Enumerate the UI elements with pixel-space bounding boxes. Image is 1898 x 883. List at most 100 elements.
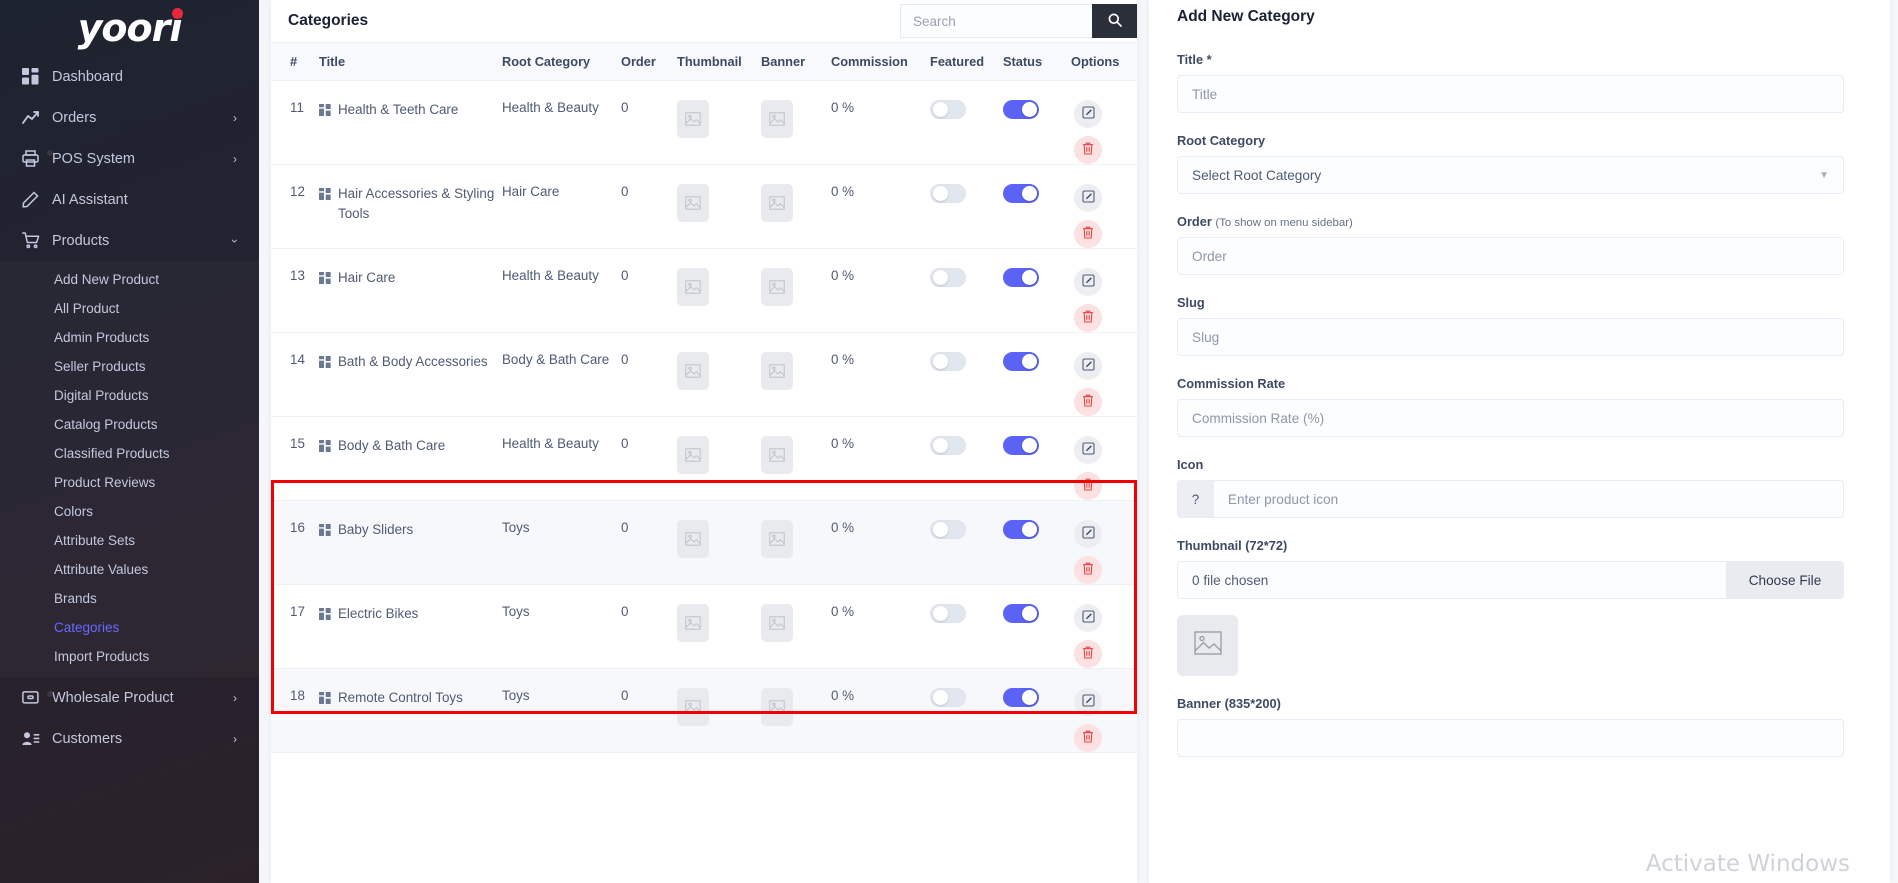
sidebar-subitem-brands[interactable]: Brands — [0, 584, 259, 613]
cell-commission: 0 % — [831, 332, 930, 417]
sidebar-subitem-add-new-product[interactable]: Add New Product — [0, 265, 259, 294]
cell-thumbnail — [677, 80, 761, 165]
edit-button[interactable] — [1074, 100, 1102, 128]
table-row[interactable]: 13 Hair Care Health & Beauty 0 0 % — [271, 248, 1137, 333]
sidebar-item-products[interactable]: Products › — [0, 220, 259, 261]
table-row[interactable]: 11 Health & Teeth Care Health & Beauty 0 0 % — [271, 80, 1137, 165]
sidebar-item-ai-assistant[interactable]: AI Assistant — [0, 179, 259, 220]
edit-button[interactable] — [1074, 352, 1102, 380]
featured-toggle[interactable] — [930, 100, 966, 119]
edit-button[interactable] — [1074, 688, 1102, 716]
cell-options — [1071, 248, 1137, 333]
cell-featured — [930, 416, 1003, 501]
add-category-panel: Add New Category Title * Root Category S… — [1149, 0, 1890, 883]
featured-toggle[interactable] — [930, 352, 966, 371]
sidebar-item-customers[interactable]: Customers › — [0, 718, 259, 759]
delete-button[interactable] — [1074, 640, 1102, 668]
col-header-options[interactable]: Options — [1071, 42, 1137, 81]
col-header-featured[interactable]: Featured — [930, 42, 1003, 81]
cell-thumbnail — [677, 416, 761, 501]
delete-button[interactable] — [1074, 220, 1102, 248]
title-input[interactable] — [1177, 75, 1844, 113]
table-row[interactable]: 17 Electric Bikes Toys 0 0 % — [271, 584, 1137, 669]
status-toggle[interactable] — [1003, 100, 1039, 119]
sidebar-subitem-seller-products[interactable]: Seller Products — [0, 352, 259, 381]
banner-file-input[interactable] — [1177, 719, 1844, 757]
trash-icon — [1082, 730, 1094, 746]
featured-toggle[interactable] — [930, 604, 966, 623]
commission-rate-input[interactable] — [1177, 399, 1844, 437]
sidebar-item-dashboard[interactable]: Dashboard — [0, 56, 259, 97]
cell-thumbnail — [677, 584, 761, 669]
thumbnail-choose-file-button[interactable]: Choose File — [1726, 561, 1844, 599]
table-row[interactable]: 12 Hair Accessories & Styling Tools Hair C… — [271, 164, 1137, 249]
cell-order: 0 — [621, 164, 677, 249]
featured-toggle[interactable] — [930, 520, 966, 539]
sidebar-subitem-categories[interactable]: Categories — [0, 613, 259, 642]
sidebar-subitem-attribute-values[interactable]: Attribute Values — [0, 555, 259, 584]
sidebar-subitem-digital-products[interactable]: Digital Products — [0, 381, 259, 410]
col-header-root[interactable]: Root Category — [502, 42, 621, 81]
icon-input[interactable] — [1212, 480, 1844, 518]
table-row[interactable]: 16 Baby Sliders Toys 0 0 % — [271, 500, 1137, 585]
cell-root-category: Toys — [502, 500, 621, 585]
brand-name: yoori — [77, 6, 183, 50]
brand-logo[interactable]: yoori — [0, 0, 259, 56]
table-row[interactable]: 14 Bath & Body Accessories Body & Bath Car… — [271, 332, 1137, 417]
featured-toggle[interactable] — [930, 688, 966, 707]
edit-button[interactable] — [1074, 268, 1102, 296]
sidebar-item-wholesale-product[interactable]: Wholesale Product › — [0, 677, 259, 718]
col-header-status[interactable]: Status — [1003, 42, 1071, 81]
sidebar-subitem-classified-products[interactable]: Classified Products — [0, 439, 259, 468]
delete-button[interactable] — [1074, 388, 1102, 416]
status-toggle[interactable] — [1003, 268, 1039, 287]
image-placeholder-icon — [761, 436, 793, 474]
sidebar-subitem-colors[interactable]: Colors — [0, 497, 259, 526]
sidebar-item-orders[interactable]: Orders › — [0, 97, 259, 138]
col-header-thumbnail[interactable]: Thumbnail — [677, 42, 761, 81]
sidebar-subitem-import-products[interactable]: Import Products — [0, 642, 259, 671]
status-toggle[interactable] — [1003, 688, 1039, 707]
featured-toggle[interactable] — [930, 268, 966, 287]
table-body: 11 Health & Teeth Care Health & Beauty 0 0 %… — [271, 80, 1137, 753]
status-toggle[interactable] — [1003, 436, 1039, 455]
slug-input[interactable] — [1177, 318, 1844, 356]
delete-button[interactable] — [1074, 136, 1102, 164]
sidebar-subitem-admin-products[interactable]: Admin Products — [0, 323, 259, 352]
edit-button[interactable] — [1074, 604, 1102, 632]
order-input[interactable] — [1177, 237, 1844, 275]
col-header-commission[interactable]: Commission — [831, 42, 930, 81]
featured-toggle[interactable] — [930, 184, 966, 203]
root-category-select[interactable]: Select Root Category ▼ — [1177, 156, 1844, 194]
search-input[interactable] — [900, 4, 1092, 38]
edit-button[interactable] — [1074, 436, 1102, 464]
table-row[interactable]: 15 Body & Bath Care Health & Beauty 0 0 % — [271, 416, 1137, 501]
status-toggle[interactable] — [1003, 520, 1039, 539]
search-button[interactable] — [1092, 4, 1137, 38]
delete-button[interactable] — [1074, 472, 1102, 500]
col-header-order[interactable]: Order — [621, 42, 677, 81]
cell-thumbnail — [677, 164, 761, 249]
sidebar-subitem-catalog-products[interactable]: Catalog Products — [0, 410, 259, 439]
col-header-id[interactable]: # — [271, 42, 319, 81]
field-root-category: Root Category Select Root Category ▼ — [1177, 133, 1844, 194]
edit-button[interactable] — [1074, 520, 1102, 548]
chevron-right-icon: › — [233, 731, 237, 746]
delete-button[interactable] — [1074, 556, 1102, 584]
cell-options — [1071, 584, 1137, 669]
delete-button[interactable] — [1074, 304, 1102, 332]
status-toggle[interactable] — [1003, 352, 1039, 371]
edit-button[interactable] — [1074, 184, 1102, 212]
sidebar-subitem-all-product[interactable]: All Product — [0, 294, 259, 323]
table-row[interactable]: 18 Remote Control Toys Toys 0 0 % — [271, 668, 1137, 753]
delete-button[interactable] — [1074, 724, 1102, 752]
status-toggle[interactable] — [1003, 604, 1039, 623]
sidebar-item-pos-system[interactable]: POS System › — [0, 138, 259, 179]
col-header-title[interactable]: Title — [319, 42, 502, 81]
sidebar-subitem-product-reviews[interactable]: Product Reviews — [0, 468, 259, 497]
icon-prefix-help-icon[interactable]: ? — [1177, 480, 1213, 518]
sidebar-subitem-attribute-sets[interactable]: Attribute Sets — [0, 526, 259, 555]
status-toggle[interactable] — [1003, 184, 1039, 203]
featured-toggle[interactable] — [930, 436, 966, 455]
col-header-banner[interactable]: Banner — [761, 42, 831, 81]
